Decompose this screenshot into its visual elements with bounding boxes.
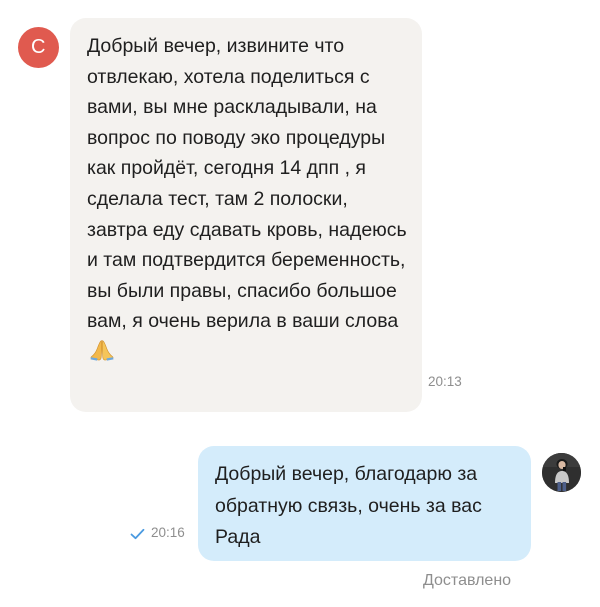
incoming-message-content: Добрый вечер, извините что отвлекаю, хот… bbox=[87, 31, 410, 368]
user-avatar[interactable] bbox=[542, 453, 581, 492]
outgoing-message-meta: 20:16 bbox=[130, 525, 185, 540]
check-icon bbox=[130, 527, 145, 539]
folded-hands-icon bbox=[89, 339, 115, 361]
incoming-message-text: Добрый вечер, извините что отвлекаю, хот… bbox=[87, 35, 407, 333]
incoming-message-time: 20:13 bbox=[428, 374, 462, 389]
incoming-message-bubble[interactable]: Добрый вечер, извините что отвлекаю, хот… bbox=[70, 18, 422, 412]
outgoing-message-time: 20:16 bbox=[151, 525, 185, 540]
sender-avatar-initial: С bbox=[31, 36, 46, 58]
sender-avatar[interactable]: С bbox=[18, 27, 59, 68]
outgoing-message-bubble[interactable]: Добрый вечер, благодарю за обратную связ… bbox=[198, 446, 531, 561]
outgoing-message-text: Добрый вечер, благодарю за обратную связ… bbox=[215, 463, 482, 548]
delivery-status: Доставлено bbox=[423, 572, 512, 589]
